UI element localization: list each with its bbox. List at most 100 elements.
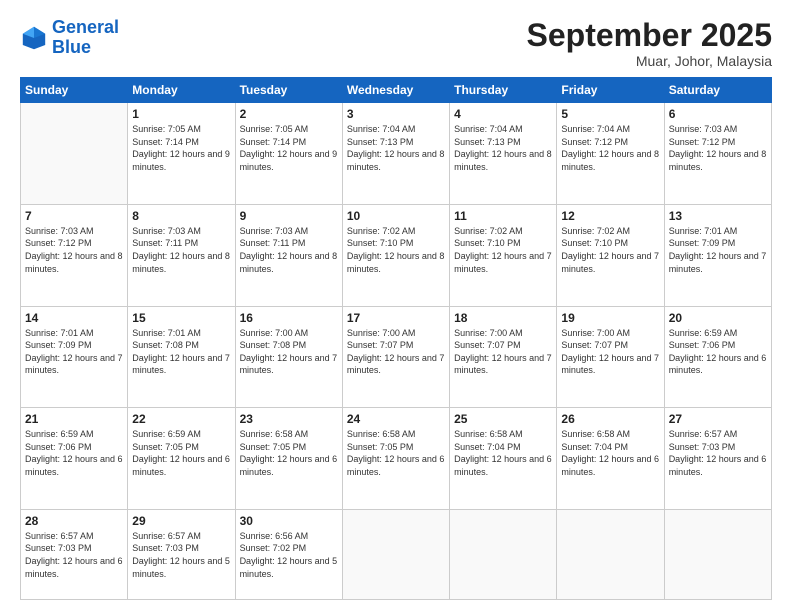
cell-info: Sunrise: 7:04 AMSunset: 7:12 PMDaylight:…: [561, 123, 659, 173]
cell-info: Sunrise: 6:58 AMSunset: 7:05 PMDaylight:…: [240, 428, 338, 478]
cell-2-5: 19 Sunrise: 7:00 AMSunset: 7:07 PMDayligh…: [557, 306, 664, 408]
cell-1-6: 13 Sunrise: 7:01 AMSunset: 7:09 PMDayligh…: [664, 204, 771, 306]
logo-line1: General: [52, 18, 119, 38]
week-row-4: 28 Sunrise: 6:57 AMSunset: 7:03 PMDayligh…: [21, 509, 772, 599]
day-number: 3: [347, 107, 445, 121]
day-number: 12: [561, 209, 659, 223]
cell-3-1: 22 Sunrise: 6:59 AMSunset: 7:05 PMDayligh…: [128, 408, 235, 510]
day-number: 19: [561, 311, 659, 325]
cell-4-0: 28 Sunrise: 6:57 AMSunset: 7:03 PMDayligh…: [21, 509, 128, 599]
day-number: 14: [25, 311, 123, 325]
cell-info: Sunrise: 6:57 AMSunset: 7:03 PMDaylight:…: [669, 428, 767, 478]
day-number: 15: [132, 311, 230, 325]
col-thursday: Thursday: [450, 78, 557, 103]
page: General Blue September 2025 Muar, Johor,…: [0, 0, 792, 612]
day-number: 8: [132, 209, 230, 223]
day-number: 11: [454, 209, 552, 223]
cell-info: Sunrise: 6:58 AMSunset: 7:05 PMDaylight:…: [347, 428, 445, 478]
cell-0-2: 2 Sunrise: 7:05 AMSunset: 7:14 PMDaylight…: [235, 103, 342, 205]
logo-line2: Blue: [52, 38, 119, 58]
day-number: 9: [240, 209, 338, 223]
cell-info: Sunrise: 6:57 AMSunset: 7:03 PMDaylight:…: [25, 530, 123, 580]
cell-info: Sunrise: 7:00 AMSunset: 7:07 PMDaylight:…: [561, 327, 659, 377]
cell-0-4: 4 Sunrise: 7:04 AMSunset: 7:13 PMDaylight…: [450, 103, 557, 205]
cell-info: Sunrise: 7:01 AMSunset: 7:09 PMDaylight:…: [669, 225, 767, 275]
day-number: 22: [132, 412, 230, 426]
cell-2-6: 20Sunrise: 6:59 AMSunset: 7:06 PMDayligh…: [664, 306, 771, 408]
cell-info: Sunrise: 7:00 AMSunset: 7:08 PMDaylight:…: [240, 327, 338, 377]
cell-info: Sunrise: 6:58 AMSunset: 7:04 PMDaylight:…: [561, 428, 659, 478]
month-title: September 2025: [527, 18, 772, 53]
cell-info: Sunrise: 7:05 AMSunset: 7:14 PMDaylight:…: [132, 123, 230, 173]
day-number: 29: [132, 514, 230, 528]
cell-info: Sunrise: 6:58 AMSunset: 7:04 PMDaylight:…: [454, 428, 552, 478]
cell-0-6: 6 Sunrise: 7:03 AMSunset: 7:12 PMDaylight…: [664, 103, 771, 205]
logo: General Blue: [20, 18, 119, 58]
day-number: 2: [240, 107, 338, 121]
day-number: 24: [347, 412, 445, 426]
col-monday: Monday: [128, 78, 235, 103]
header-row: Sunday Monday Tuesday Wednesday Thursday…: [21, 78, 772, 103]
cell-0-5: 5 Sunrise: 7:04 AMSunset: 7:12 PMDaylight…: [557, 103, 664, 205]
cell-info: Sunrise: 7:02 AMSunset: 7:10 PMDaylight:…: [561, 225, 659, 275]
cell-3-0: 21 Sunrise: 6:59 AMSunset: 7:06 PMDayligh…: [21, 408, 128, 510]
cell-3-4: 25 Sunrise: 6:58 AMSunset: 7:04 PMDayligh…: [450, 408, 557, 510]
week-row-1: 7Sunrise: 7:03 AMSunset: 7:12 PMDaylight…: [21, 204, 772, 306]
cell-0-1: 1Sunrise: 7:05 AMSunset: 7:14 PMDaylight…: [128, 103, 235, 205]
logo-text: General Blue: [52, 18, 119, 58]
cell-4-5: [557, 509, 664, 599]
calendar-header: Sunday Monday Tuesday Wednesday Thursday…: [21, 78, 772, 103]
cell-2-1: 15 Sunrise: 7:01 AMSunset: 7:08 PMDayligh…: [128, 306, 235, 408]
cell-info: Sunrise: 7:03 AMSunset: 7:12 PMDaylight:…: [669, 123, 767, 173]
cell-info: Sunrise: 7:00 AMSunset: 7:07 PMDaylight:…: [347, 327, 445, 377]
day-number: 18: [454, 311, 552, 325]
day-number: 27: [669, 412, 767, 426]
cell-info: Sunrise: 7:02 AMSunset: 7:10 PMDaylight:…: [347, 225, 445, 275]
day-number: 25: [454, 412, 552, 426]
week-row-0: 1Sunrise: 7:05 AMSunset: 7:14 PMDaylight…: [21, 103, 772, 205]
cell-info: Sunrise: 6:56 AMSunset: 7:02 PMDaylight:…: [240, 530, 338, 580]
cell-1-2: 9 Sunrise: 7:03 AMSunset: 7:11 PMDaylight…: [235, 204, 342, 306]
week-row-3: 21 Sunrise: 6:59 AMSunset: 7:06 PMDayligh…: [21, 408, 772, 510]
day-number: 4: [454, 107, 552, 121]
cell-info: Sunrise: 7:05 AMSunset: 7:14 PMDaylight:…: [240, 123, 338, 173]
logo-icon: [20, 24, 48, 52]
col-sunday: Sunday: [21, 78, 128, 103]
cell-info: Sunrise: 7:01 AMSunset: 7:09 PMDaylight:…: [25, 327, 123, 377]
cell-1-0: 7Sunrise: 7:03 AMSunset: 7:12 PMDaylight…: [21, 204, 128, 306]
col-saturday: Saturday: [664, 78, 771, 103]
cell-0-3: 3 Sunrise: 7:04 AMSunset: 7:13 PMDaylight…: [342, 103, 449, 205]
cell-4-4: [450, 509, 557, 599]
cell-3-6: 27 Sunrise: 6:57 AMSunset: 7:03 PMDayligh…: [664, 408, 771, 510]
cell-2-3: 17Sunrise: 7:00 AMSunset: 7:07 PMDayligh…: [342, 306, 449, 408]
cell-2-2: 16Sunrise: 7:00 AMSunset: 7:08 PMDayligh…: [235, 306, 342, 408]
cell-1-5: 12 Sunrise: 7:02 AMSunset: 7:10 PMDayligh…: [557, 204, 664, 306]
calendar-table: Sunday Monday Tuesday Wednesday Thursday…: [20, 77, 772, 600]
day-number: 5: [561, 107, 659, 121]
cell-1-1: 8Sunrise: 7:03 AMSunset: 7:11 PMDaylight…: [128, 204, 235, 306]
day-number: 13: [669, 209, 767, 223]
week-row-2: 14 Sunrise: 7:01 AMSunset: 7:09 PMDayligh…: [21, 306, 772, 408]
cell-info: Sunrise: 6:59 AMSunset: 7:05 PMDaylight:…: [132, 428, 230, 478]
cell-1-3: 10Sunrise: 7:02 AMSunset: 7:10 PMDayligh…: [342, 204, 449, 306]
cell-info: Sunrise: 7:04 AMSunset: 7:13 PMDaylight:…: [347, 123, 445, 173]
cell-4-2: 30Sunrise: 6:56 AMSunset: 7:02 PMDayligh…: [235, 509, 342, 599]
cell-info: Sunrise: 7:04 AMSunset: 7:13 PMDaylight:…: [454, 123, 552, 173]
cell-1-4: 11Sunrise: 7:02 AMSunset: 7:10 PMDayligh…: [450, 204, 557, 306]
day-number: 7: [25, 209, 123, 223]
cell-info: Sunrise: 7:03 AMSunset: 7:11 PMDaylight:…: [240, 225, 338, 275]
cell-info: Sunrise: 7:01 AMSunset: 7:08 PMDaylight:…: [132, 327, 230, 377]
cell-info: Sunrise: 6:59 AMSunset: 7:06 PMDaylight:…: [25, 428, 123, 478]
location: Muar, Johor, Malaysia: [527, 53, 772, 69]
cell-3-3: 24 Sunrise: 6:58 AMSunset: 7:05 PMDayligh…: [342, 408, 449, 510]
logo-general: General: [52, 17, 119, 37]
day-number: 6: [669, 107, 767, 121]
header: General Blue September 2025 Muar, Johor,…: [20, 18, 772, 69]
logo-blue: Blue: [52, 37, 91, 57]
cell-3-5: 26Sunrise: 6:58 AMSunset: 7:04 PMDayligh…: [557, 408, 664, 510]
col-friday: Friday: [557, 78, 664, 103]
day-number: 21: [25, 412, 123, 426]
cell-info: Sunrise: 7:00 AMSunset: 7:07 PMDaylight:…: [454, 327, 552, 377]
day-number: 28: [25, 514, 123, 528]
day-number: 23: [240, 412, 338, 426]
